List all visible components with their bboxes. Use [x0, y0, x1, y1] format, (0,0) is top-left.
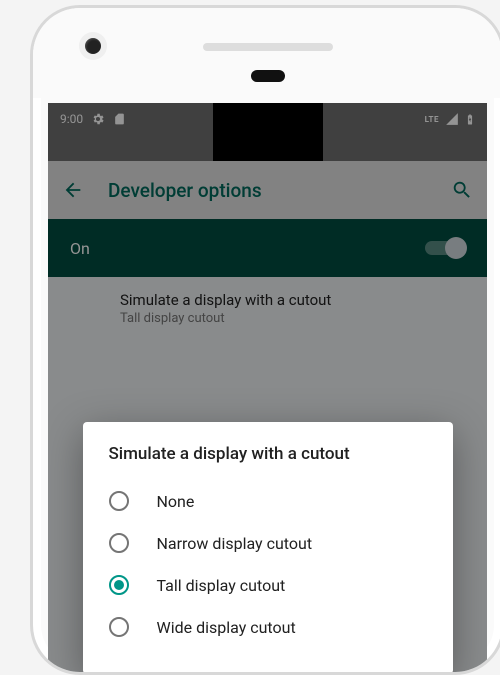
screen: 9:00 LTE Developer options On Sim	[48, 103, 487, 672]
radio-option[interactable]: Wide display cutout	[109, 606, 427, 648]
radio-button-icon	[109, 617, 129, 637]
radio-button-icon	[109, 533, 129, 553]
radio-button-icon	[109, 575, 129, 595]
proximity-sensor	[251, 70, 285, 82]
phone-frame: 9:00 LTE Developer options On Sim	[30, 5, 500, 675]
dialog-title: Simulate a display with a cutout	[109, 444, 427, 464]
radio-label: None	[157, 492, 195, 511]
cutout-dialog: Simulate a display with a cutout None Nar…	[83, 422, 453, 672]
radio-label: Narrow display cutout	[157, 534, 313, 553]
radio-option[interactable]: Narrow display cutout	[109, 522, 427, 564]
radio-option[interactable]: Tall display cutout	[109, 564, 427, 606]
radio-label: Tall display cutout	[157, 576, 286, 595]
radio-option[interactable]: None	[109, 480, 427, 522]
radio-label: Wide display cutout	[157, 618, 296, 637]
speaker-slit	[203, 43, 333, 51]
radio-button-icon	[109, 491, 129, 511]
camera-dot	[85, 38, 101, 54]
top-bezel	[33, 8, 500, 98]
